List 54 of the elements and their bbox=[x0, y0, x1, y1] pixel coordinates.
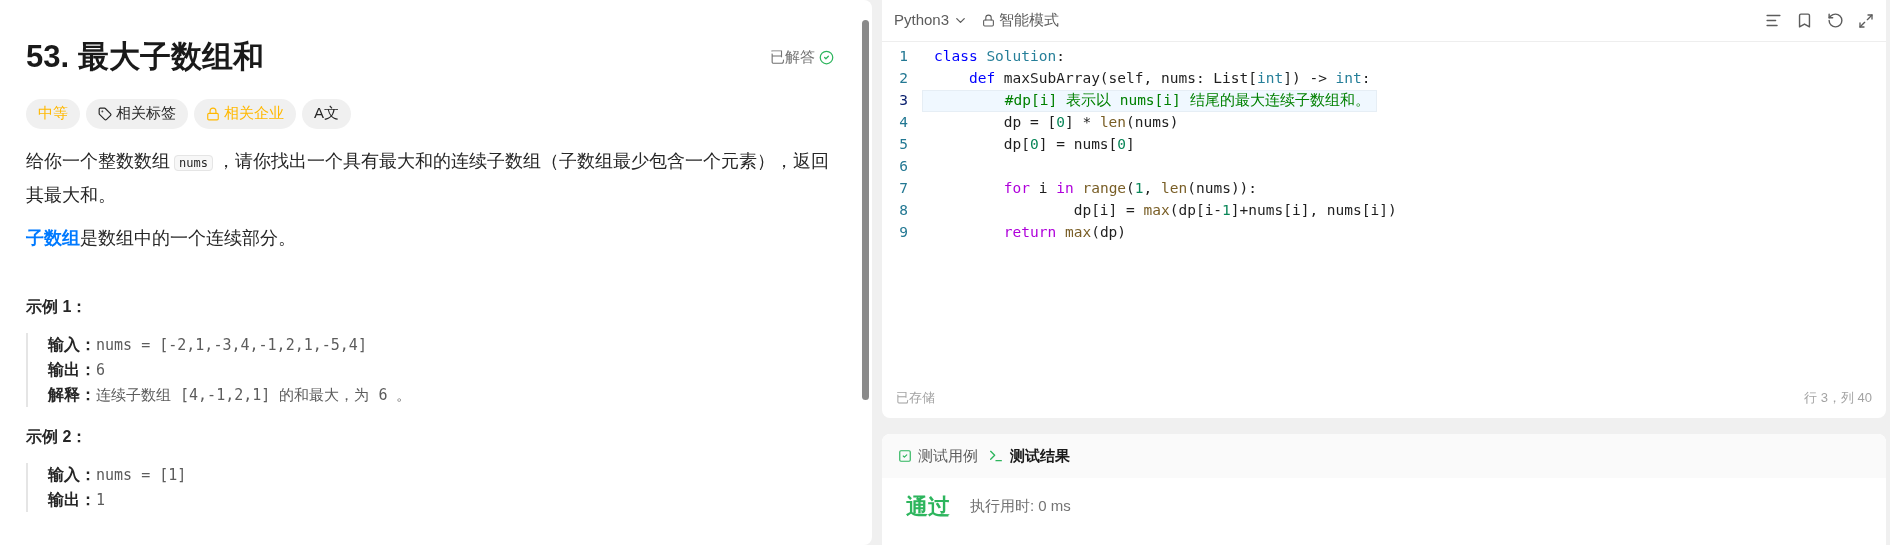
line-number: 5 bbox=[898, 135, 909, 155]
saved-status: 已存储 bbox=[896, 389, 935, 408]
terminal-icon bbox=[988, 448, 1004, 464]
example-heading: 示例 2： bbox=[26, 426, 89, 447]
example-label: 输入： bbox=[48, 464, 96, 485]
difficulty-badge: 中等 bbox=[26, 98, 80, 129]
translate-button[interactable]: A文 bbox=[302, 98, 351, 129]
example-value: 连续子数组 [4,-1,2,1] 的和最大，为 6 。 bbox=[96, 384, 412, 406]
example-value: nums = [1] bbox=[96, 464, 187, 486]
code-line: def maxSubArray(self, nums: List[int]) -> int: bbox=[967, 69, 1372, 89]
lock-icon bbox=[206, 106, 220, 121]
example-value: nums = [-2,1,-3,4,-1,2,1,-5,4] bbox=[96, 334, 367, 356]
check-icon bbox=[819, 49, 834, 65]
example-label: 输出： bbox=[48, 489, 96, 510]
example-heading: 示例 1： bbox=[26, 296, 89, 317]
problem-description: 给你一个整数数组 nums ，请你找出一个具有最大和的连续子数组（子数组最少包含一个元素），返回其最大和。 bbox=[26, 149, 830, 207]
line-number: 8 bbox=[898, 201, 909, 221]
language-dropdown[interactable]: Python3 bbox=[894, 9, 969, 32]
solved-status: 已解答 bbox=[770, 47, 815, 67]
subarray-link[interactable]: 子数组 bbox=[26, 227, 80, 248]
code-line: dp = [0] * len(nums) bbox=[1002, 113, 1180, 133]
definition-text: 是数组中的一个连续部分。 bbox=[80, 227, 296, 248]
line-number: 3 bbox=[898, 91, 909, 111]
format-icon[interactable] bbox=[1765, 12, 1782, 29]
tag-icon bbox=[98, 106, 112, 121]
bookmark-icon[interactable] bbox=[1796, 12, 1813, 29]
cursor-position: 行 3，列 40 bbox=[1804, 389, 1872, 408]
line-number: 9 bbox=[898, 223, 909, 243]
reset-icon[interactable] bbox=[1827, 12, 1844, 29]
line-number: 4 bbox=[898, 113, 909, 133]
code-line: dp[i] = max(dp[i-1]+nums[i], nums[i]) bbox=[1072, 201, 1398, 221]
runtime-text: 执行用时: 0 ms bbox=[970, 496, 1071, 517]
lock-icon bbox=[982, 14, 996, 27]
result-tab[interactable]: 测试结果 bbox=[988, 444, 1070, 468]
code-line: class Solution: bbox=[933, 47, 1066, 67]
example-value: 6 bbox=[96, 359, 106, 381]
line-number: 1 bbox=[898, 47, 909, 67]
checkbox-icon bbox=[898, 449, 912, 463]
expand-icon[interactable] bbox=[1858, 12, 1874, 29]
example-label: 解释： bbox=[48, 384, 96, 405]
result-tab[interactable]: 测试用例 bbox=[898, 444, 978, 468]
example-label: 输入： bbox=[48, 334, 96, 355]
line-number: 6 bbox=[898, 157, 909, 177]
related-tags-button[interactable]: 相关标签 bbox=[86, 98, 188, 129]
line-number: 7 bbox=[898, 179, 909, 199]
code-line: for i in range(1, len(nums)): bbox=[1002, 179, 1259, 199]
example-value: 1 bbox=[96, 489, 106, 511]
mode-label: 智能模式 bbox=[999, 10, 1060, 31]
line-number: 2 bbox=[898, 69, 909, 89]
verdict-text: 通过 bbox=[906, 493, 950, 521]
problem-title: 53. 最大子数组和 bbox=[26, 38, 264, 76]
example-label: 输出： bbox=[48, 359, 96, 380]
code-line: dp[0] = nums[0] bbox=[1002, 135, 1136, 155]
code-line: return max(dp) bbox=[1002, 223, 1128, 243]
